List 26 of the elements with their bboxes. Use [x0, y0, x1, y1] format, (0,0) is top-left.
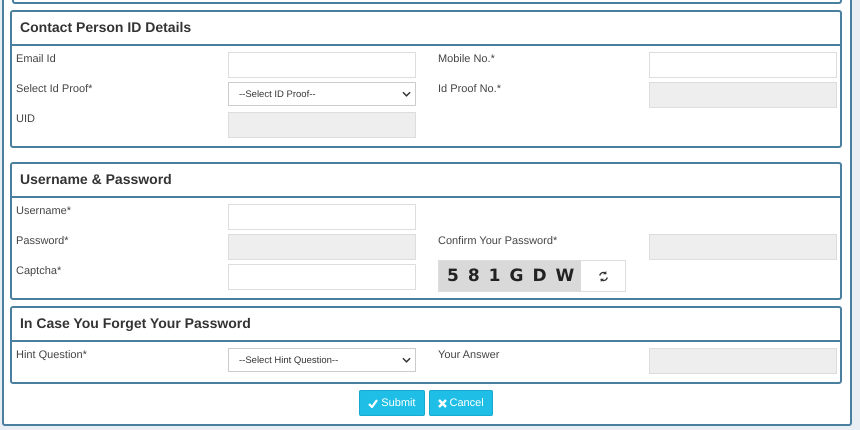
field-label: Captcha* [16, 264, 62, 279]
input-field[interactable] [228, 52, 416, 78]
select-dropdown[interactable]: --Select ID Proof-- [228, 82, 416, 106]
field-label: Username* [16, 204, 72, 219]
section-title: Username & Password [20, 171, 172, 187]
section-title: In Case You Forget Your Password [20, 315, 251, 331]
field-label: Email Id [16, 52, 57, 67]
field-label: Confirm Your Password* [438, 234, 558, 249]
chevron-icon [402, 91, 411, 97]
field-label: Mobile No.* [438, 52, 496, 67]
captcha-image: 581GDW [439, 261, 581, 291]
refresh-icon[interactable] [598, 270, 608, 282]
select-dropdown[interactable]: --Select Hint Question-- [228, 348, 416, 372]
field-label: UID [16, 112, 36, 127]
input-field[interactable] [228, 264, 416, 290]
close-icon [438, 398, 446, 408]
section-title: Contact Person ID Details [20, 19, 192, 35]
field-label: Your Answer [438, 348, 500, 363]
input-field[interactable] [649, 52, 837, 78]
chevron-icon [402, 357, 411, 363]
field-label: Id Proof No.* [438, 82, 502, 97]
check-icon [368, 398, 378, 408]
field-label: Select Id Proof* [16, 82, 94, 97]
input-field[interactable] [228, 204, 416, 230]
field-label: Hint Question* [16, 348, 88, 363]
field-label: Password* [16, 234, 70, 249]
